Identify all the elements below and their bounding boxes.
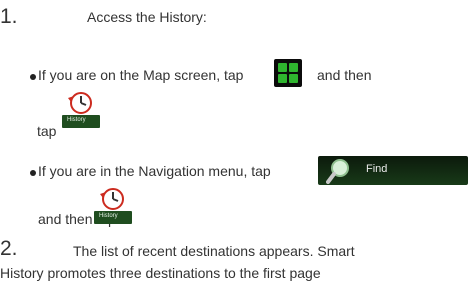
bullet-1-text-b: and then <box>317 67 372 83</box>
document-page: { "step1": { "number": "1.", "title": "A… <box>0 0 469 287</box>
bullet-2-text-a: If you are in the Navigation menu, tap <box>38 163 271 179</box>
history-label: History <box>99 213 118 219</box>
step-2-line-2: History promotes three destinations to t… <box>0 265 321 281</box>
step-1-title: Access the History: <box>87 9 207 25</box>
map-menu-icon <box>274 59 302 87</box>
bullet-dot <box>30 170 36 176</box>
history-label-bar: History <box>94 211 132 224</box>
bullet-1-text-c: tap <box>37 123 57 139</box>
step-2-line-1: The list of recent destinations appears.… <box>73 243 355 259</box>
find-label: Find <box>366 163 388 175</box>
step-number-1: 1. <box>0 5 18 28</box>
bullet-1-text-a: If you are on the Map screen, tap <box>38 67 244 83</box>
history-icon: History <box>94 186 132 224</box>
bullet-dot <box>30 74 36 80</box>
find-button-icon: Find <box>318 156 468 185</box>
history-icon: History <box>62 90 100 128</box>
history-label-bar: History <box>62 115 100 128</box>
step-number-2: 2. <box>0 237 18 260</box>
history-label: History <box>67 117 86 123</box>
